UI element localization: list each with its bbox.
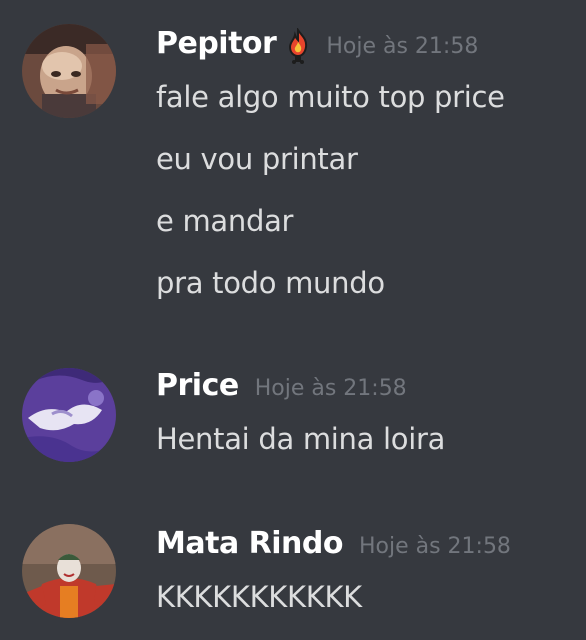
timestamp: Hoje às 21:58 — [358, 534, 511, 559]
timestamp: Hoje às 21:58 — [326, 34, 479, 59]
message-text: KKKKKKKKKKK — [156, 580, 362, 614]
message-text: fale algo muito top price — [156, 80, 505, 114]
fire-badge-icon — [286, 26, 310, 64]
message-text: eu vou printar — [156, 142, 358, 176]
message-header-price: Price Hoje às 21:58 — [156, 368, 407, 408]
avatar-price[interactable] — [22, 368, 116, 462]
message-text: Hentai da mina loira — [156, 422, 446, 456]
username[interactable]: Mata Rindo — [156, 526, 343, 561]
timestamp: Hoje às 21:58 — [254, 376, 407, 401]
message-text: pra todo mundo — [156, 266, 385, 300]
message-text: e mandar — [156, 204, 294, 238]
avatar-pepitor-image — [22, 24, 116, 118]
chat-messages: Pepitor Hoje às 21:58 fale algo muito to… — [0, 0, 586, 640]
username[interactable]: Pepitor — [156, 26, 277, 61]
message-header-pepitor: Pepitor Hoje às 21:58 — [156, 26, 478, 66]
message-header-mata-rindo: Mata Rindo Hoje às 21:58 — [156, 526, 511, 566]
avatar-mata-rindo-image — [22, 524, 116, 618]
avatar-pepitor[interactable] — [22, 24, 116, 118]
username[interactable]: Price — [156, 368, 239, 403]
avatar-price-image — [22, 368, 116, 462]
avatar-mata-rindo[interactable] — [22, 524, 116, 618]
